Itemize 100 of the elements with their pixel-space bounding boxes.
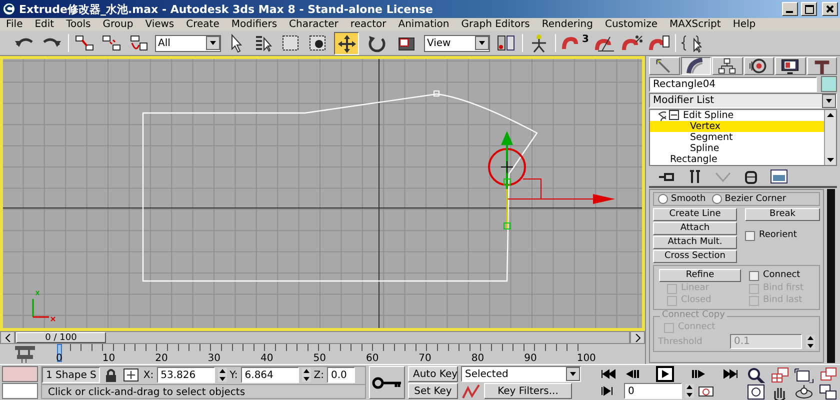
color-swatch[interactable]: [2, 383, 38, 399]
move-button[interactable]: [334, 32, 359, 54]
current-frame-field[interactable]: 0: [624, 383, 682, 399]
link-icon[interactable]: [74, 33, 96, 53]
coordinate-field[interactable]: 0.0: [327, 367, 356, 383]
selection-filter-dropdown[interactable]: All: [155, 34, 221, 52]
object-name-field[interactable]: Rectangle04: [649, 76, 817, 92]
menu-item[interactable]: Animation: [398, 18, 450, 31]
menu-item[interactable]: Group: [102, 18, 134, 31]
configure-sets-icon[interactable]: [769, 167, 789, 185]
frame-marker[interactable]: [57, 344, 62, 362]
auto-key-button[interactable]: Auto Key: [408, 366, 458, 382]
checkbox[interactable]: Connect: [749, 270, 816, 281]
frame-number: 80: [471, 353, 484, 364]
time-slider-thumb[interactable]: 0 / 100: [16, 332, 106, 343]
region-zoom-icon[interactable]: [746, 383, 766, 400]
menu-item[interactable]: Modifiers: [231, 18, 278, 31]
command-button[interactable]: Cross Section: [653, 250, 737, 263]
frame-number: 0: [56, 353, 62, 364]
hierarchy-tab[interactable]: [712, 57, 742, 75]
zoom-extents-all-icon[interactable]: [818, 366, 838, 383]
menu-item[interactable]: Customize: [604, 18, 658, 31]
object-color-swatch[interactable]: [821, 76, 837, 92]
stack-item[interactable]: Rectangle: [670, 154, 718, 165]
axis-tripod-icon: [32, 290, 56, 322]
play-icon[interactable]: [656, 366, 674, 382]
menu-item[interactable]: Tools: [66, 18, 91, 31]
frame-number: 40: [260, 353, 274, 364]
set-key-button[interactable]: Set Key: [408, 383, 458, 399]
refine-button[interactable]: Refine: [659, 269, 741, 282]
scroll-bar[interactable]: [824, 110, 836, 165]
maximize-button[interactable]: [801, 2, 817, 16]
hierarchy-tab-icon: [716, 57, 738, 75]
coordinate-field[interactable]: 6.864: [240, 367, 299, 383]
sub-object-item[interactable]: Spline: [650, 143, 824, 154]
command-button[interactable]: Attach Mult.: [653, 236, 737, 249]
spinner-snap-icon[interactable]: [648, 33, 670, 53]
display-tab[interactable]: [775, 57, 806, 75]
menu-item[interactable]: Views: [145, 18, 174, 31]
percent-snap-icon[interactable]: [620, 33, 643, 53]
coordinate-field[interactable]: 53.826: [156, 367, 215, 383]
sub-object-item[interactable]: Vertex: [650, 121, 824, 132]
previous-frame-button[interactable]: [0, 331, 15, 344]
app-icon: [2, 2, 16, 16]
spinner-icon[interactable]: [685, 384, 694, 398]
command-button[interactable]: Break: [745, 208, 820, 221]
sub-object-item[interactable]: Segment: [650, 132, 824, 143]
menu-item[interactable]: MAXScript: [669, 18, 721, 31]
zoom-icon[interactable]: [746, 366, 766, 383]
reference-coordinate-dropdown[interactable]: View: [424, 34, 490, 52]
checkbox[interactable]: Reorient: [745, 230, 820, 241]
color-swatch[interactable]: [2, 366, 38, 382]
command-button[interactable]: Create Line: [653, 208, 737, 221]
collapse-icon[interactable]: [669, 110, 680, 121]
menu-item[interactable]: Graph Editors: [461, 18, 530, 31]
frame-number: 70: [418, 353, 432, 364]
radio-option[interactable]: Smooth: [658, 194, 706, 204]
vertex-marker[interactable]: [434, 90, 440, 96]
utilities-tab[interactable]: [806, 57, 837, 75]
menu-item[interactable]: Help: [732, 18, 756, 31]
move-icon: [336, 33, 358, 53]
frame-number: 100: [576, 353, 596, 364]
next-frame-button[interactable]: [630, 331, 645, 344]
maximize-viewport-icon[interactable]: [818, 383, 838, 400]
menu-item[interactable]: File: [6, 18, 23, 31]
stack-item[interactable]: Edit Spline: [683, 110, 734, 121]
close-button[interactable]: [822, 2, 838, 16]
go-to-start-icon[interactable]: [600, 366, 616, 382]
pivot-center-icon[interactable]: [495, 33, 517, 53]
motion-tab[interactable]: [744, 57, 774, 75]
group-title: Connect Copy: [660, 310, 727, 320]
key-filters-button[interactable]: Key Filters...: [484, 383, 572, 399]
menu-item[interactable]: Edit: [34, 18, 54, 31]
track-bar[interactable]: 0 10 20 30 40 50 60 70 80 90 100: [56, 344, 596, 364]
modify-tab[interactable]: [680, 57, 711, 75]
absolute-mode-icon[interactable]: [122, 367, 140, 383]
spinner-icon[interactable]: [218, 368, 227, 382]
named-selection-icon[interactable]: [680, 33, 703, 53]
close-icon: [826, 5, 834, 13]
modifier-list-dropdown[interactable]: Modifier List: [649, 93, 837, 108]
zoom-all-icon[interactable]: [770, 366, 790, 383]
orbit-icon[interactable]: [794, 383, 814, 400]
menu-item[interactable]: reactor: [350, 18, 386, 31]
bind-icon[interactable]: [128, 33, 150, 53]
curve-editor-icon[interactable]: [461, 382, 481, 400]
select-by-name-icon[interactable]: [253, 33, 275, 53]
spinner-icon[interactable]: [806, 334, 815, 348]
zoom-extents-icon[interactable]: [794, 366, 814, 383]
menu-item[interactable]: Character: [289, 18, 338, 31]
spinner-icon[interactable]: [302, 368, 311, 382]
scroll-bar[interactable]: [827, 189, 835, 363]
key-mode-dropdown[interactable]: Selected: [461, 366, 581, 382]
minimize-button[interactable]: [782, 2, 798, 16]
menu-item[interactable]: Create: [186, 18, 220, 31]
create-tab[interactable]: [649, 57, 680, 75]
menu-item[interactable]: Rendering: [542, 18, 593, 31]
go-to-end-icon[interactable]: [723, 366, 739, 382]
unlink-icon[interactable]: [101, 33, 123, 53]
command-button[interactable]: Attach: [653, 222, 737, 235]
radio-option[interactable]: Bezier Corner: [712, 194, 786, 204]
